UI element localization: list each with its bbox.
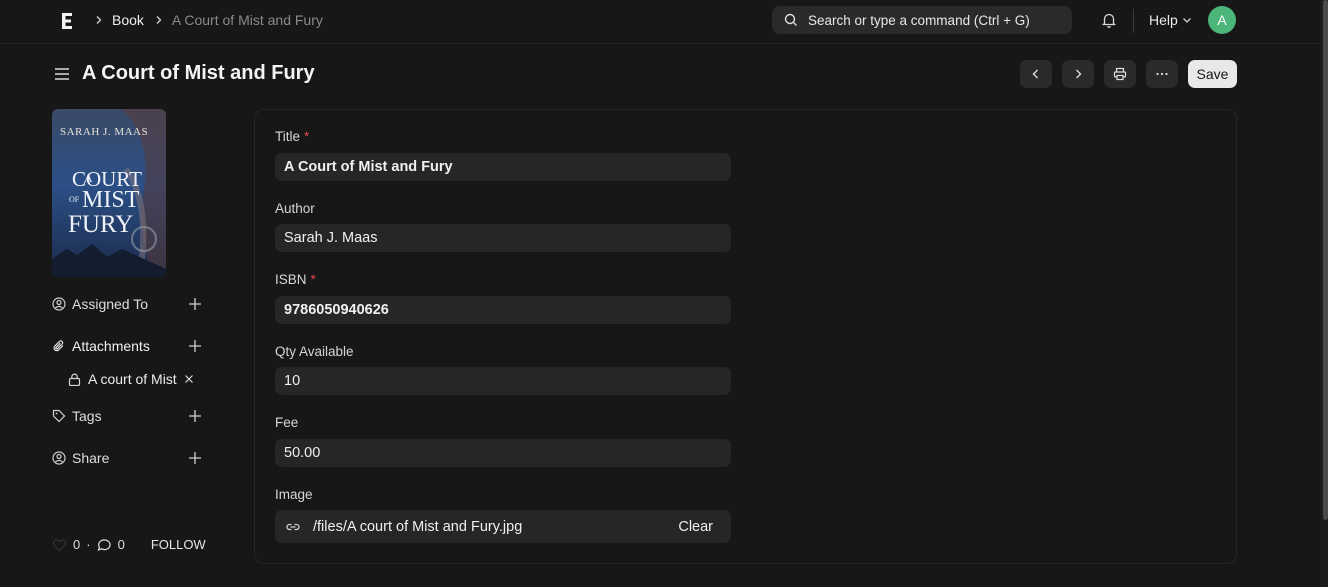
add-assignee-plus-icon[interactable] bbox=[188, 297, 202, 311]
fee-field[interactable]: 50.00 bbox=[275, 439, 731, 467]
chevron-left-icon bbox=[1032, 69, 1038, 79]
breadcrumb-book[interactable]: Book bbox=[112, 12, 144, 28]
divider bbox=[1133, 9, 1134, 33]
add-attachment-plus-icon[interactable] bbox=[188, 339, 202, 353]
cover-author-text: SARAH J. MAAS bbox=[60, 126, 149, 138]
cover-title-of: OF bbox=[69, 195, 80, 204]
print-button[interactable] bbox=[1104, 60, 1136, 88]
chevron-right-icon bbox=[156, 16, 162, 24]
attachment-item[interactable]: A court of Mist bbox=[68, 371, 194, 387]
author-label: Author bbox=[275, 201, 315, 216]
avatar[interactable]: A bbox=[1208, 6, 1236, 34]
next-document-button[interactable] bbox=[1062, 60, 1094, 88]
navbar: Book A Court of Mist and Fury Search or … bbox=[0, 0, 1320, 44]
more-actions-button[interactable] bbox=[1146, 60, 1178, 88]
tags-label: Tags bbox=[72, 408, 102, 424]
tags-section[interactable]: Tags bbox=[52, 408, 102, 424]
ellipsis-icon bbox=[1156, 72, 1168, 76]
required-indicator: * bbox=[304, 129, 310, 144]
image-path[interactable]: /files/A court of Mist and Fury.jpg bbox=[313, 519, 522, 535]
paperclip-icon bbox=[53, 340, 64, 352]
attachments-section[interactable]: Attachments bbox=[52, 338, 150, 354]
title-label: Title * bbox=[275, 129, 309, 144]
help-label: Help bbox=[1149, 12, 1178, 28]
attachment-name[interactable]: A court of Mist bbox=[88, 371, 177, 387]
sidebar-toggle-icon[interactable] bbox=[54, 66, 70, 82]
book-cover-image[interactable]: SARAH J. MAAS A COURT OF MIST FURY bbox=[52, 109, 166, 277]
share-label: Share bbox=[72, 450, 110, 466]
search-input[interactable]: Search or type a command (Ctrl + G) bbox=[772, 6, 1072, 34]
comments-count: 0 bbox=[117, 537, 125, 552]
save-button[interactable]: Save bbox=[1188, 60, 1237, 88]
separator-dot: · bbox=[86, 537, 91, 552]
chevron-down-icon bbox=[1182, 18, 1191, 23]
page-title: A Court of Mist and Fury bbox=[82, 62, 315, 84]
assigned-to-label: Assigned To bbox=[72, 296, 149, 312]
remove-attachment-close-icon[interactable] bbox=[184, 374, 194, 384]
fee-label: Fee bbox=[275, 415, 299, 430]
help-menu[interactable]: Help bbox=[1149, 12, 1192, 28]
isbn-label: ISBN * bbox=[275, 272, 316, 287]
previous-document-button[interactable] bbox=[1020, 60, 1052, 88]
app-logo-icon[interactable] bbox=[58, 10, 76, 32]
link-icon bbox=[286, 523, 300, 530]
isbn-label-text: ISBN bbox=[275, 272, 307, 287]
cover-title-fury: FURY bbox=[68, 211, 134, 238]
scrollbar-thumb[interactable] bbox=[1323, 0, 1328, 520]
attachments-label: Attachments bbox=[72, 338, 150, 354]
isbn-field[interactable]: 9786050940626 bbox=[275, 296, 731, 324]
notification-bell-icon[interactable] bbox=[1100, 11, 1118, 29]
title-field[interactable]: A Court of Mist and Fury bbox=[275, 153, 731, 181]
breadcrumb: Book A Court of Mist and Fury bbox=[94, 12, 323, 28]
comment-icon[interactable] bbox=[97, 538, 112, 552]
title-label-text: Title bbox=[275, 129, 301, 144]
share-section[interactable]: Share bbox=[52, 450, 109, 466]
tag-icon bbox=[52, 409, 66, 423]
heart-icon[interactable] bbox=[52, 538, 67, 552]
printer-icon bbox=[1113, 67, 1127, 81]
lock-icon bbox=[68, 373, 81, 386]
breadcrumb-current[interactable]: A Court of Mist and Fury bbox=[172, 12, 323, 28]
search-placeholder: Search or type a command (Ctrl + G) bbox=[808, 12, 1030, 28]
add-share-plus-icon[interactable] bbox=[188, 451, 202, 465]
engagement-footer: 0 · 0 FOLLOW bbox=[52, 537, 206, 552]
qty-available-field[interactable]: 10 bbox=[275, 367, 731, 395]
follow-button[interactable]: FOLLOW bbox=[151, 537, 206, 552]
share-user-icon bbox=[52, 451, 66, 465]
chevron-right-icon bbox=[1076, 69, 1082, 79]
add-tag-plus-icon[interactable] bbox=[188, 409, 202, 423]
clear-image-button[interactable]: Clear bbox=[678, 519, 713, 535]
image-field[interactable]: /files/A court of Mist and Fury.jpg Clea… bbox=[275, 510, 731, 543]
required-indicator: * bbox=[310, 272, 316, 287]
search-icon bbox=[784, 13, 797, 26]
cover-title-mist: MIST bbox=[82, 187, 140, 213]
qty-available-label: Qty Available bbox=[275, 344, 354, 359]
image-label: Image bbox=[275, 487, 313, 502]
likes-count: 0 bbox=[73, 537, 81, 552]
chevron-right-icon bbox=[96, 16, 102, 24]
user-plus-icon bbox=[52, 297, 66, 311]
author-field[interactable]: Sarah J. Maas bbox=[275, 224, 731, 252]
assigned-to-section[interactable]: Assigned To bbox=[52, 296, 148, 312]
